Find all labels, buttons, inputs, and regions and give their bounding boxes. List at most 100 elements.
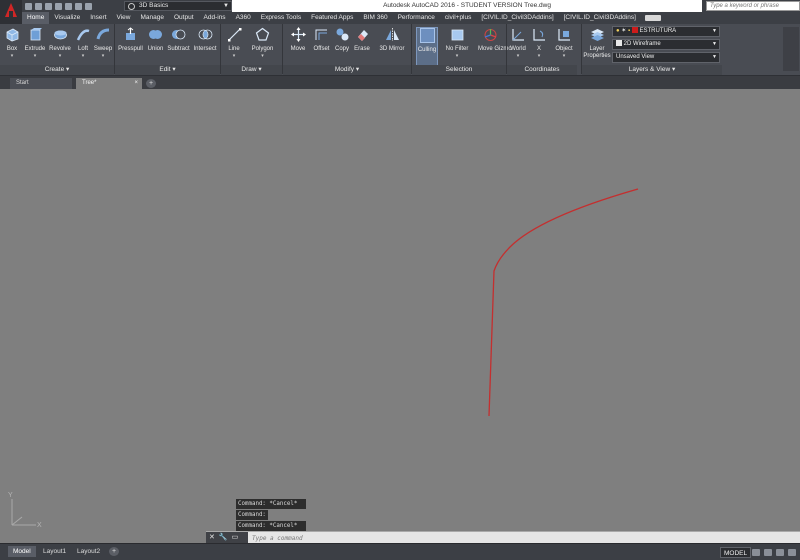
ucs-x-label: X: [37, 522, 42, 529]
ribbon-minimize-icon[interactable]: [644, 15, 661, 21]
visual-style-dropdown[interactable]: 2D Wireframe ▼: [612, 39, 720, 50]
gizmo-icon: [483, 27, 498, 42]
snap-icon[interactable]: [764, 549, 772, 556]
ucs-y-label: Y: [8, 492, 13, 499]
tab-bim-360[interactable]: BIM 360: [358, 12, 392, 24]
new-file-icon[interactable]: [25, 2, 32, 10]
file-tab-label: Tree*: [82, 80, 97, 86]
add-layout-plus-icon[interactable]: +: [109, 547, 119, 556]
chevron-down-icon: ▼: [712, 41, 717, 47]
extrude-icon: [28, 27, 43, 42]
filter-icon: [450, 27, 465, 42]
tab-layout1[interactable]: Layout1: [38, 546, 71, 557]
sweep-icon: [96, 27, 111, 42]
tab-civil-addins-1[interactable]: [CIVIL.ID_Civil3DAddins]: [476, 12, 558, 24]
revolve-icon: [53, 27, 68, 42]
tab-visualize[interactable]: Visualize: [49, 12, 85, 24]
move-icon: [290, 27, 306, 42]
intersect-icon: [198, 27, 213, 42]
layers-view-panel-label[interactable]: Layers & View ▾: [582, 65, 722, 75]
undo-icon[interactable]: [75, 2, 82, 10]
new-tab-plus-icon[interactable]: +: [146, 79, 156, 88]
tab-performance[interactable]: Performance: [393, 12, 440, 24]
mirror-icon: [385, 27, 400, 42]
search-input[interactable]: Type a keyword or phrase: [706, 1, 800, 11]
subtract-icon: [171, 27, 186, 42]
tab-insert[interactable]: Insert: [85, 12, 111, 24]
status-bar: Model Layout1 Layout2 + MODEL: [0, 543, 800, 560]
chevron-down-icon: ▼: [712, 28, 717, 34]
presspull-icon: [123, 27, 138, 42]
tab-model[interactable]: Model: [8, 546, 36, 557]
tab-civil-plus[interactable]: civil+plus: [440, 12, 477, 24]
menu-icon[interactable]: [776, 549, 784, 556]
plot-icon[interactable]: [65, 2, 72, 10]
loft-icon: [76, 27, 91, 42]
wireframe-icon: [616, 40, 622, 47]
quick-access-toolbar: [25, 1, 92, 11]
tab-add-ins[interactable]: Add-ins: [199, 12, 231, 24]
object-ucs-icon: [557, 27, 572, 42]
lightbulb-icon: ●: [616, 28, 620, 34]
customize-icon[interactable]: [788, 549, 796, 556]
command-history: Command: *Cancel* Command: Command: *Can…: [236, 499, 306, 532]
file-tab-start[interactable]: Start: [10, 78, 72, 89]
visual-style-label: 2D Wireframe: [623, 41, 661, 47]
application-menu-button[interactable]: [0, 0, 22, 24]
tab-home[interactable]: Home: [22, 12, 50, 24]
named-view-dropdown[interactable]: Unsaved View ▼: [612, 52, 720, 63]
command-history-line: Command: *Cancel*: [236, 521, 306, 531]
command-line: ✕ 🔧 ▭: [206, 531, 800, 544]
world-ucs-icon: [511, 27, 526, 42]
create-panel-label[interactable]: Create ▾: [0, 65, 114, 75]
erase-icon: [355, 27, 370, 42]
close-icon[interactable]: ×: [134, 78, 138, 89]
box-icon: [5, 27, 20, 42]
gear-icon: [128, 3, 135, 10]
save-as-icon[interactable]: [55, 2, 62, 10]
named-view-label: Unsaved View: [616, 54, 655, 60]
chevron-down-icon: ▼: [223, 3, 229, 9]
command-input[interactable]: [252, 533, 792, 543]
tab-manage[interactable]: Manage: [136, 12, 170, 24]
union-icon: [148, 27, 163, 42]
current-layer-label: ESTRUTURA: [639, 28, 677, 34]
coordinates-panel-label[interactable]: Coordinates: [507, 65, 577, 75]
drawing-area: X Y: [8, 188, 639, 529]
edit-panel-label[interactable]: Edit ▾: [115, 65, 220, 75]
workspace-selector[interactable]: 3D Basics ▼: [124, 1, 232, 11]
ribbon-tab-row: Home Visualize Insert View Manage Output…: [22, 12, 800, 24]
window-title: Autodesk AutoCAD 2016 - STUDENT VERSION …: [232, 0, 702, 12]
layer-stack-icon: [590, 27, 605, 42]
ucs-icon: X Y: [8, 492, 42, 529]
copy-icon: [335, 27, 350, 42]
modify-panel-label[interactable]: Modify ▾: [283, 65, 411, 75]
chevron-down-icon: ▼: [712, 54, 717, 60]
tab-a360[interactable]: A360: [231, 12, 256, 24]
redo-icon[interactable]: [85, 2, 92, 10]
open-file-icon[interactable]: [35, 2, 42, 10]
tab-featured-apps[interactable]: Featured Apps: [306, 12, 358, 24]
polygon-icon: [255, 27, 270, 42]
culling-icon: [419, 28, 435, 43]
model-space-button[interactable]: MODEL: [720, 547, 752, 558]
ucs-x-icon: [532, 27, 547, 42]
tree-curve[interactable]: [488, 188, 639, 417]
selection-panel-label[interactable]: Selection: [412, 65, 506, 75]
drawing-canvas[interactable]: X Y: [0, 89, 800, 543]
layer-color-swatch: [631, 27, 638, 34]
lock-icon: ▪: [628, 28, 631, 34]
grid-icon[interactable]: [752, 549, 760, 556]
save-icon[interactable]: [45, 2, 52, 10]
file-tab-bar: Start Tree* × +: [0, 76, 800, 89]
tab-civil-addins-2[interactable]: [CIVIL.ID_Civil3DAddins]: [559, 12, 641, 24]
tab-layout2[interactable]: Layout2: [72, 546, 105, 557]
tab-view[interactable]: View: [112, 12, 136, 24]
layer-dropdown[interactable]: ● ✶ ▪ ESTRUTURA ▼: [612, 26, 720, 37]
tab-express-tools[interactable]: Express Tools: [256, 12, 306, 24]
tab-output[interactable]: Output: [169, 12, 199, 24]
ribbon-overflow[interactable]: [783, 27, 799, 71]
draw-panel-label[interactable]: Draw ▾: [221, 65, 282, 75]
file-tab-tree[interactable]: Tree* ×: [76, 78, 142, 89]
sun-icon: ✶: [621, 28, 627, 34]
